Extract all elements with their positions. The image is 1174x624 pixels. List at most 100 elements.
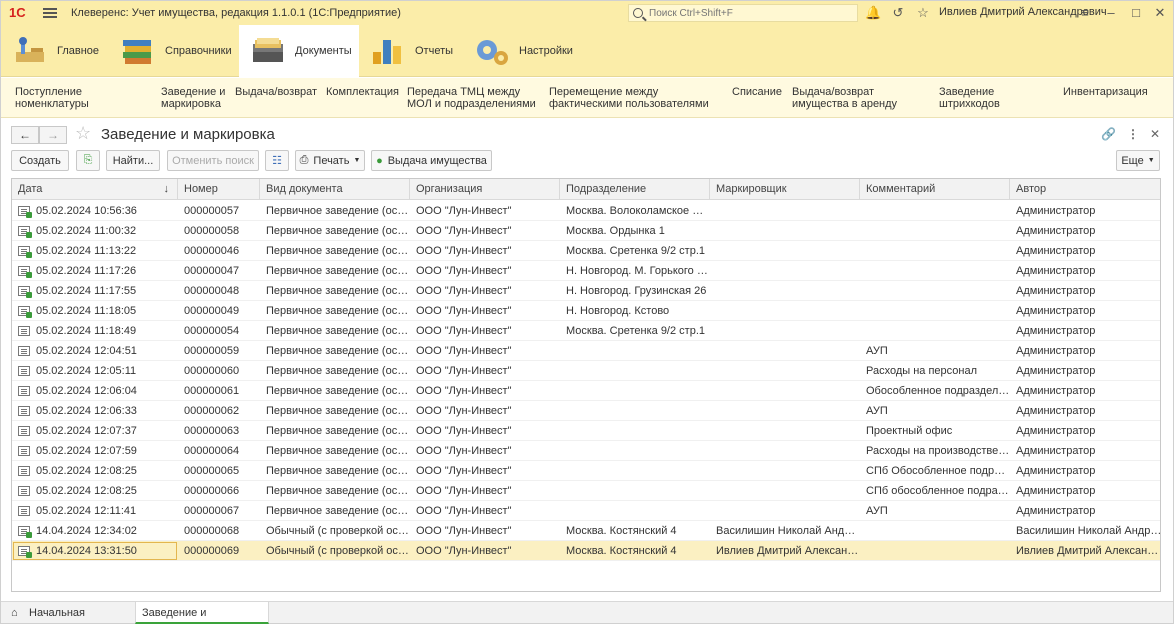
table-row[interactable]: 14.04.2024 12:34:02 000000068 Обычный (с п…: [12, 521, 1160, 541]
cell-marker: [710, 401, 860, 421]
table-row[interactable]: 14.04.2024 13:31:50 000000069 Обычный (с п…: [12, 541, 1160, 561]
subnav-item[interactable]: Выдача/возврат имущества в аренду: [792, 86, 932, 110]
forward-arrow-icon[interactable]: →: [39, 126, 67, 144]
cell-kind: Первичное заведение (оста...: [266, 425, 410, 437]
cell-author: Администратор: [1016, 305, 1096, 317]
tab-current[interactable]: Заведение и маркировка ✕: [135, 602, 269, 624]
app-logo: 1С: [9, 5, 26, 20]
print-button[interactable]: ⎙ Печать ▼: [295, 150, 365, 171]
cell-marker: Василишин Николай Андрее...: [716, 525, 860, 537]
cell-kind: Первичное заведение (оста...: [266, 365, 410, 377]
table-row[interactable]: 05.02.2024 12:08:25 000000065 Первичное за…: [12, 461, 1160, 481]
subnav-item[interactable]: Заведение штрихкодов: [939, 86, 1057, 110]
cell-number: 000000054: [184, 325, 240, 337]
cell-author: Администратор: [1016, 245, 1096, 257]
column-header-dept[interactable]: Подразделение: [560, 179, 710, 200]
favorite-star-icon[interactable]: ☆: [75, 123, 91, 144]
cell-author: Администратор: [1016, 205, 1096, 217]
table-row[interactable]: 05.02.2024 12:08:25 000000066 Первичное за…: [12, 481, 1160, 501]
cell-comment: АУП: [866, 505, 888, 517]
cell-kind: Первичное заведение (оста...: [266, 505, 410, 517]
cell-date: 05.02.2024 12:04:51: [36, 345, 137, 357]
subnav-item[interactable]: Комплектация: [326, 86, 402, 98]
column-header-marker[interactable]: Маркировщик: [710, 179, 860, 200]
cell-marker: [710, 361, 860, 381]
cell-dept: Москва. Сретенка 9/2 стр.1: [566, 325, 705, 337]
table-row[interactable]: 05.02.2024 11:13:22 000000046 Первичное за…: [12, 241, 1160, 261]
tab-home[interactable]: ⌂ Начальная страница: [9, 602, 133, 624]
column-header-comment[interactable]: Комментарий: [860, 179, 1010, 200]
cell-org: ООО "Лун-Инвест": [416, 505, 512, 517]
minimize-icon[interactable]: ‒: [1103, 5, 1119, 21]
subnav-item[interactable]: Списание: [732, 86, 786, 98]
cell-comment: [860, 521, 1010, 541]
table-row[interactable]: 05.02.2024 12:05:11 000000060 Первичное за…: [12, 361, 1160, 381]
table-row[interactable]: 05.02.2024 11:17:26 000000047 Первичное за…: [12, 261, 1160, 281]
global-search-input[interactable]: [649, 7, 849, 19]
create-button[interactable]: Создать: [11, 150, 69, 171]
cell-comment: [860, 281, 1010, 301]
cell-date: 05.02.2024 11:18:05: [36, 305, 137, 317]
cancel-search-button[interactable]: Отменить поиск: [167, 150, 259, 171]
more-button[interactable]: Еще ▼: [1116, 150, 1160, 171]
table-row[interactable]: 05.02.2024 11:18:49 000000054 Первичное за…: [12, 321, 1160, 341]
home-icon: ⌂: [11, 607, 18, 619]
cell-comment: Расходы на персонал: [866, 365, 978, 377]
section-settings[interactable]: Настройки: [473, 25, 573, 77]
close-form-icon[interactable]: ✕: [1150, 127, 1160, 141]
global-search[interactable]: [628, 4, 858, 22]
table-row[interactable]: 05.02.2024 11:18:05 000000049 Первичное за…: [12, 301, 1160, 321]
subnav-item[interactable]: Заведение и маркировка: [161, 86, 227, 110]
cell-number: 000000062: [184, 405, 240, 417]
settings-menu-icon[interactable]: ≡: [1077, 5, 1093, 21]
table-row[interactable]: 05.02.2024 12:04:51 000000059 Первичное за…: [12, 341, 1160, 361]
cell-comment: [860, 241, 1010, 261]
column-header-date[interactable]: Дата ↓: [12, 179, 178, 200]
cell-kind: Первичное заведение (оста...: [266, 245, 410, 257]
back-arrow-icon[interactable]: ←: [11, 126, 39, 144]
issue-property-button[interactable]: ● Выдача имущества: [371, 150, 492, 171]
table-row[interactable]: 05.02.2024 12:06:33 000000062 Первичное за…: [12, 401, 1160, 421]
history-icon[interactable]: ↺: [890, 5, 906, 21]
structure-icon[interactable]: ☷: [265, 150, 289, 171]
subnav-item[interactable]: Инвентаризация: [1063, 86, 1163, 98]
subnav-item[interactable]: Передача ТМЦ между МОЛ и подразделениями: [407, 86, 543, 110]
main-menu-icon[interactable]: [43, 6, 57, 20]
cell-date: 05.02.2024 12:08:25: [36, 485, 137, 497]
find-button[interactable]: Найти...: [106, 150, 160, 171]
favorites-star-icon[interactable]: ☆: [915, 5, 931, 21]
cell-kind: Первичное заведение (оста...: [266, 325, 410, 337]
column-header-number[interactable]: Номер: [178, 179, 260, 200]
cell-dept: Н. Новгород. Кстово: [566, 305, 670, 317]
column-header-label: Дата: [18, 183, 43, 195]
link-icon[interactable]: 🔗: [1101, 127, 1116, 141]
settings-gears-icon: [477, 40, 508, 65]
section-documents[interactable]: Документы: [239, 25, 359, 77]
subnav-item[interactable]: Поступление номенклатуры: [15, 86, 155, 110]
table-row[interactable]: 05.02.2024 11:17:55 000000048 Первичное за…: [12, 281, 1160, 301]
column-header-author[interactable]: Автор: [1010, 179, 1160, 200]
table-row[interactable]: 05.02.2024 11:00:32 000000058 Первичное за…: [12, 221, 1160, 241]
copy-document-icon[interactable]: ⎘: [76, 150, 100, 171]
table-row[interactable]: 05.02.2024 12:07:37 000000063 Первичное за…: [12, 421, 1160, 441]
column-header-org[interactable]: Организация: [410, 179, 560, 200]
table-row[interactable]: 05.02.2024 12:06:04 000000061 Первичное за…: [12, 381, 1160, 401]
section-main[interactable]: Главное: [11, 25, 111, 77]
subnav-item[interactable]: Перемещение между фактическими пользоват…: [549, 86, 725, 110]
column-header-kind[interactable]: Вид документа: [260, 179, 410, 200]
section-reports[interactable]: Отчеты: [369, 25, 459, 77]
subnav-item[interactable]: Выдача/возврат: [235, 86, 321, 98]
documents-table[interactable]: Дата ↓ Номер Вид документа Организация П…: [11, 178, 1161, 592]
cell-comment: [860, 261, 1010, 281]
table-row[interactable]: 05.02.2024 10:56:36 000000057 Первичное за…: [12, 201, 1160, 221]
section-references[interactable]: Справочники: [119, 25, 234, 77]
maximize-icon[interactable]: □: [1128, 5, 1144, 21]
cell-org: ООО "Лун-Инвест": [416, 245, 512, 257]
more-vertical-icon[interactable]: ⋮: [1127, 127, 1139, 141]
notifications-bell-icon[interactable]: 🔔: [865, 5, 881, 21]
table-row[interactable]: 05.02.2024 12:11:41 000000067 Первичное за…: [12, 501, 1160, 521]
cell-date: 05.02.2024 11:17:26: [36, 265, 137, 277]
cell-dept: [560, 361, 710, 381]
table-row[interactable]: 05.02.2024 12:07:59 000000064 Первичное за…: [12, 441, 1160, 461]
close-window-icon[interactable]: ✕: [1152, 5, 1168, 21]
